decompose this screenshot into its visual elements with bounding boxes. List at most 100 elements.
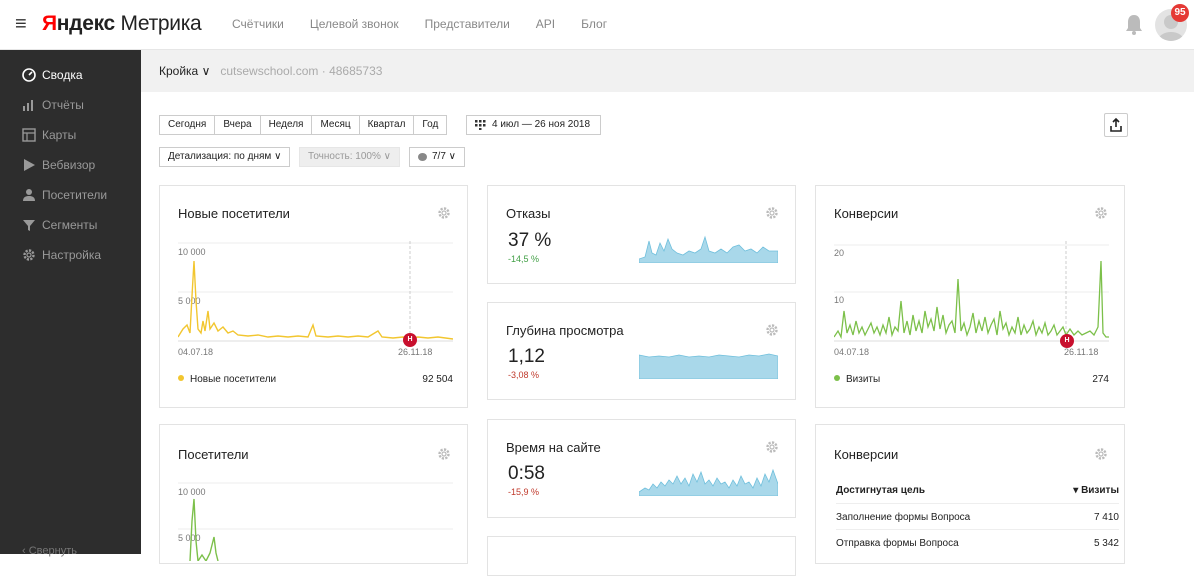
play-icon xyxy=(22,158,36,172)
widget-new-visitors: Новые посетители 10 000 5 000 Н 04.07.18… xyxy=(159,185,468,408)
sidebar-item-label: Вебвизор xyxy=(42,158,96,172)
accuracy-select[interactable]: Точность: 100% ∨ xyxy=(299,147,400,167)
sidebar-item-summary[interactable]: Сводка xyxy=(0,62,141,88)
widget-visitors: Посетители 10 000 5 000 xyxy=(159,424,468,564)
segments-select[interactable]: 7/7 ∨ xyxy=(409,147,465,167)
period-yesterday-button[interactable]: Вчера xyxy=(214,115,260,135)
legend-dot xyxy=(178,375,184,381)
logo[interactable]: Яндекс Метрика xyxy=(42,12,202,36)
notification-badge: 95 xyxy=(1171,4,1189,22)
detail-select[interactable]: Детализация: по дням ∨ xyxy=(159,147,291,167)
map-icon xyxy=(22,128,36,142)
sidebar-item-maps[interactable]: Карты xyxy=(0,122,141,148)
legend-label: Визиты xyxy=(846,374,881,385)
export-button[interactable] xyxy=(1104,113,1128,137)
x-tick-start: 04.07.18 xyxy=(178,347,214,357)
nav-target-call[interactable]: Целевой звонок xyxy=(310,17,399,31)
widget-value: 37 % xyxy=(508,230,552,251)
collapse-sidebar-button[interactable]: ‹ Свернуть xyxy=(22,545,77,557)
nav-api[interactable]: API xyxy=(536,17,555,31)
column-header-goal: Достигнутая цель xyxy=(836,485,925,496)
breadcrumb-content: Кройка ∨ cutsewschool.com · 48685733 xyxy=(159,64,382,78)
sidebar-item-reports[interactable]: Отчёты xyxy=(0,92,141,118)
dashboard-icon xyxy=(22,68,36,82)
widget-title: Глубина просмотра xyxy=(506,323,624,338)
column-header-visits[interactable]: ▾ Визиты xyxy=(1056,485,1119,496)
legend-label: Новые посетители xyxy=(190,374,277,385)
period-quarter-button[interactable]: Квартал xyxy=(358,115,414,135)
widget-value: 0:58 xyxy=(508,463,545,484)
new-visitors-chart xyxy=(178,241,453,342)
sidebar-item-label: Посетители xyxy=(42,188,108,202)
gear-icon xyxy=(22,248,36,262)
legend-item[interactable]: Визиты xyxy=(834,374,880,385)
sidebar-item-label: Карты xyxy=(42,128,77,142)
sidebar-item-label: Сегменты xyxy=(42,218,98,232)
sidebar: Сводка Отчёты Карты Вебвизор Посетители … xyxy=(0,50,141,554)
sidebar-item-label: Отчёты xyxy=(42,98,84,112)
sidebar-item-settings[interactable]: Настройка xyxy=(0,242,141,268)
gear-icon[interactable] xyxy=(765,323,779,337)
widget-conversions-table: Конверсии Достигнутая цель ▾ Визиты Запо… xyxy=(815,424,1125,564)
annotation-marker[interactable]: Н xyxy=(403,333,417,347)
widget-title: Конверсии xyxy=(834,447,899,462)
table-row[interactable]: Заполнение формы Вопроса 7 410 xyxy=(836,503,1119,523)
sidebar-item-webvisor[interactable]: Вебвизор xyxy=(0,152,141,178)
menu-icon[interactable]: ≡ xyxy=(15,14,27,34)
widget-value: 1,12 xyxy=(508,346,545,367)
period-week-button[interactable]: Неделя xyxy=(259,115,312,135)
period-year-button[interactable]: Год xyxy=(413,115,448,135)
counter-select[interactable]: Кройка ∨ xyxy=(159,64,210,78)
period-buttons: Сегодня Вчера Неделя Месяц Квартал Год xyxy=(159,115,448,135)
top-bar: ≡ Яндекс Метрика Счётчики Целевой звонок… xyxy=(0,0,1194,50)
chat-bubble-icon xyxy=(418,153,427,161)
gear-icon[interactable] xyxy=(437,447,451,461)
gear-icon[interactable] xyxy=(1094,206,1108,220)
sidebar-item-segments[interactable]: Сегменты xyxy=(0,212,141,238)
goal-visits: 5 342 xyxy=(1093,538,1119,549)
widget-title: Конверсии xyxy=(834,206,899,221)
logo-product: Метрика xyxy=(120,12,202,35)
legend-item[interactable]: Новые посетители xyxy=(178,374,276,385)
goal-visits: 7 410 xyxy=(1093,512,1119,523)
legend-dot xyxy=(834,375,840,381)
legend-total: 274 xyxy=(1092,374,1109,385)
period-month-button[interactable]: Месяц xyxy=(311,115,359,135)
annotation-marker[interactable]: Н xyxy=(1060,334,1074,348)
logo-brand: ндекс xyxy=(56,12,115,35)
x-tick-end: 26.11.18 xyxy=(398,347,433,357)
date-range-label: 4 июл — 26 ноя 2018 xyxy=(492,119,591,130)
date-range-picker[interactable]: 4 июл — 26 ноя 2018 xyxy=(466,115,602,135)
nav-representatives[interactable]: Представители xyxy=(425,17,510,31)
widget-bounces: Отказы 37 % -14,5 % xyxy=(487,185,796,284)
goal-name: Заполнение формы Вопроса xyxy=(836,512,971,523)
bell-icon[interactable] xyxy=(1122,11,1146,37)
widget-delta: -15,9 % xyxy=(508,487,540,497)
gear-icon[interactable] xyxy=(765,440,779,454)
nav-blog[interactable]: Блог xyxy=(581,17,607,31)
sidebar-item-label: Настройка xyxy=(42,248,102,262)
depth-sparkline xyxy=(639,353,778,379)
nav-counters[interactable]: Счётчики xyxy=(232,17,284,31)
widget-depth: Глубина просмотра 1,12 -3,08 % xyxy=(487,302,796,400)
gear-icon[interactable] xyxy=(437,206,451,220)
breadcrumb: Кройка ∨ cutsewschool.com · 48685733 xyxy=(141,50,1194,92)
segments-label: 7/7 ∨ xyxy=(432,151,456,162)
widget-delta: -14,5 % xyxy=(508,254,540,264)
person-icon xyxy=(22,188,36,202)
widget-time-on-site: Время на сайте 0:58 -15,9 % xyxy=(487,419,796,518)
time-sparkline xyxy=(639,468,778,496)
top-nav: Счётчики Целевой звонок Представители AP… xyxy=(232,17,633,31)
table-row[interactable]: Отправка формы Вопроса 5 342 xyxy=(836,529,1119,549)
gear-icon[interactable] xyxy=(1094,447,1108,461)
site-label: cutsewschool.com · 48685733 xyxy=(220,64,383,78)
period-today-button[interactable]: Сегодня xyxy=(159,115,215,135)
conversions-chart xyxy=(834,241,1109,342)
bar-chart-icon xyxy=(22,98,36,112)
calendar-icon xyxy=(475,120,487,130)
x-tick-end: 26.11.18 xyxy=(1064,347,1099,357)
widget-partial xyxy=(487,536,796,576)
gear-icon[interactable] xyxy=(765,206,779,220)
sidebar-item-visitors[interactable]: Посетители xyxy=(0,182,141,208)
share-icon xyxy=(1110,117,1122,132)
